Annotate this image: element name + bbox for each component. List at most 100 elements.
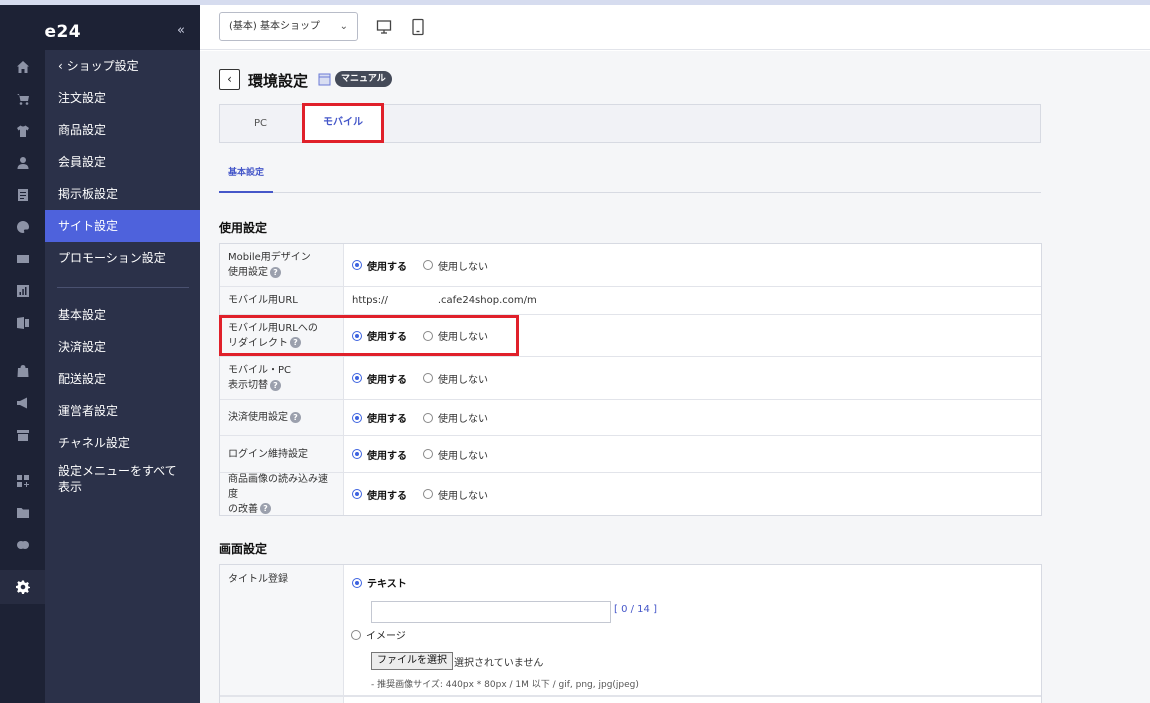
- radio-label: 使用する: [367, 374, 407, 386]
- radio-label: 使用する: [367, 261, 407, 273]
- menu-item-order[interactable]: 注文設定: [45, 82, 200, 114]
- radio-label: 使用しない: [438, 450, 488, 462]
- redirect-highlight-box: [219, 315, 519, 356]
- gear-icon[interactable]: [0, 570, 45, 604]
- ad-icon[interactable]: [14, 250, 31, 267]
- chevron-left-icon: ‹: [58, 59, 67, 73]
- person-icon[interactable]: [14, 154, 31, 171]
- radio-dot: [352, 489, 362, 499]
- mobile-url-prefix: https://: [352, 295, 388, 306]
- shirt-icon[interactable]: [14, 122, 31, 139]
- help-icon[interactable]: ?: [260, 503, 271, 514]
- row-label-line2: の改善: [228, 503, 258, 515]
- menu-item-board[interactable]: 掲示板設定: [45, 178, 200, 210]
- radio-not-use[interactable]: 使用しない: [423, 371, 488, 386]
- radio-label: 使用する: [367, 450, 407, 462]
- radio-use[interactable]: 使用する: [352, 410, 407, 425]
- choose-file-button[interactable]: ファイルを選択: [371, 652, 453, 670]
- radio-dot: [423, 260, 433, 270]
- menu-item-member[interactable]: 会員設定: [45, 146, 200, 178]
- radio-use[interactable]: 使用する: [352, 487, 407, 502]
- radio-dot: [351, 629, 361, 640]
- copy-icon[interactable]: [14, 536, 31, 553]
- radio-dot: [352, 260, 362, 270]
- apps-icon[interactable]: [14, 472, 31, 489]
- megaphone-icon[interactable]: [14, 394, 31, 411]
- radio-label: 使用しない: [438, 374, 488, 386]
- row-label: タイトル登録: [220, 565, 344, 695]
- radio-image-inner: イメージ: [351, 627, 406, 642]
- menu-item-show-all[interactable]: 設定メニューをすべて 表示: [45, 460, 200, 500]
- menu-back-shop-settings[interactable]: ‹ ショップ設定: [45, 50, 200, 82]
- char-counter: [ 0 / 14 ]: [614, 604, 657, 615]
- settings-menu: ‹ ショップ設定 注文設定 商品設定 会員設定 掲示板設定 サイト設定 プロモー…: [45, 50, 200, 703]
- table-row: [220, 696, 1041, 703]
- image-size-note: - 推奨画像サイズ: 440px * 80px / 1M 以下 / gif, p…: [371, 680, 639, 690]
- radio-label: 使用しない: [438, 414, 488, 425]
- radio-use[interactable]: 使用する: [352, 447, 407, 462]
- radio-use[interactable]: 使用する: [352, 371, 407, 386]
- row-label-line1: 決済使用設定: [228, 412, 288, 423]
- radio-not-use[interactable]: 使用しない: [423, 258, 488, 273]
- document-icon[interactable]: [14, 186, 31, 203]
- radio-image[interactable]: イメージ: [351, 627, 422, 643]
- show-all-line1: 設定メニューをすべて: [58, 464, 177, 478]
- home-icon[interactable]: [14, 58, 31, 75]
- radio-not-use[interactable]: 使用しない: [423, 447, 488, 462]
- menu-item-operator[interactable]: 運営者設定: [45, 395, 200, 427]
- help-icon[interactable]: ?: [270, 379, 281, 391]
- usage-settings-table: Mobile用デザイン 使用設定? 使用する 使用しない モバイル用URL htt…: [219, 243, 1042, 516]
- desktop-icon[interactable]: [376, 18, 392, 36]
- menu-item-payment[interactable]: 決済設定: [45, 331, 200, 363]
- mobile-device-icon[interactable]: [410, 18, 426, 36]
- menu-item-channel[interactable]: チャネル設定: [45, 427, 200, 459]
- radio-label: イメージ: [366, 631, 406, 642]
- menu-item-basic[interactable]: 基本設定: [45, 299, 200, 331]
- shop-select[interactable]: (基本) 基本ショップ ⌄: [219, 12, 358, 41]
- radio-dot: [423, 489, 433, 499]
- row-label: ログイン維持設定: [220, 436, 344, 472]
- row-label: [220, 697, 344, 703]
- table-row: モバイル用URL https:// .cafe24shop.com/m: [220, 287, 1041, 315]
- title-text-input[interactable]: [371, 601, 611, 623]
- manual-badge[interactable]: マニュアル: [335, 71, 392, 87]
- device-tabs: PC モバイル: [219, 103, 1041, 143]
- help-icon[interactable]: ?: [270, 266, 281, 278]
- table-row: 商品画像の読み込み速度 の改善? 使用する 使用しない: [220, 473, 1041, 515]
- mobile-url-suffix: .cafe24shop.com/m: [437, 295, 537, 306]
- radio-not-use[interactable]: 使用しない: [423, 487, 488, 502]
- menu-item-promotion[interactable]: プロモーション設定: [45, 242, 200, 274]
- palette-icon[interactable]: [14, 218, 31, 235]
- tab-basic-settings[interactable]: 基本設定: [219, 155, 273, 193]
- radio-dot: [423, 412, 433, 423]
- radio-text[interactable]: テキスト: [352, 575, 407, 590]
- menu-item-product[interactable]: 商品設定: [45, 114, 200, 146]
- tab-mobile[interactable]: モバイル: [302, 103, 384, 143]
- main-content: ‹ 環境設定 マニュアル PC モバイル 基本設定 使用設定 Mobile用デザ…: [200, 51, 1150, 703]
- show-all-line2: 表示: [58, 480, 83, 494]
- radio-not-use[interactable]: 使用しない: [423, 410, 488, 425]
- top-header: (基本) 基本ショップ ⌄: [200, 5, 1150, 50]
- table-row: Mobile用デザイン 使用設定? 使用する 使用しない: [220, 244, 1041, 287]
- cart-icon[interactable]: [14, 90, 31, 107]
- radio-dot: [352, 373, 362, 383]
- radio-dot: [423, 373, 433, 383]
- chart-icon[interactable]: [14, 282, 31, 299]
- back-button[interactable]: ‹: [219, 69, 240, 90]
- shop-bag-icon[interactable]: [14, 362, 31, 379]
- radio-label: 使用する: [367, 414, 407, 425]
- menu-item-site[interactable]: サイト設定: [45, 210, 200, 242]
- tab-pc[interactable]: PC: [220, 105, 301, 142]
- radio-dot: [423, 449, 433, 459]
- collapse-sidebar-icon[interactable]: «: [177, 23, 185, 38]
- store-icon[interactable]: [14, 426, 31, 443]
- row-label: モバイル用URL: [220, 287, 344, 314]
- folder-plus-icon[interactable]: [14, 504, 31, 521]
- help-icon[interactable]: ?: [290, 411, 301, 423]
- shop-select-value: (基本) 基本ショップ: [229, 21, 320, 32]
- excel-icon[interactable]: [14, 314, 31, 331]
- radio-label: 使用しない: [438, 261, 488, 273]
- row-value: テキスト: [344, 565, 1041, 695]
- radio-use[interactable]: 使用する: [352, 258, 407, 273]
- menu-item-shipping[interactable]: 配送設定: [45, 363, 200, 395]
